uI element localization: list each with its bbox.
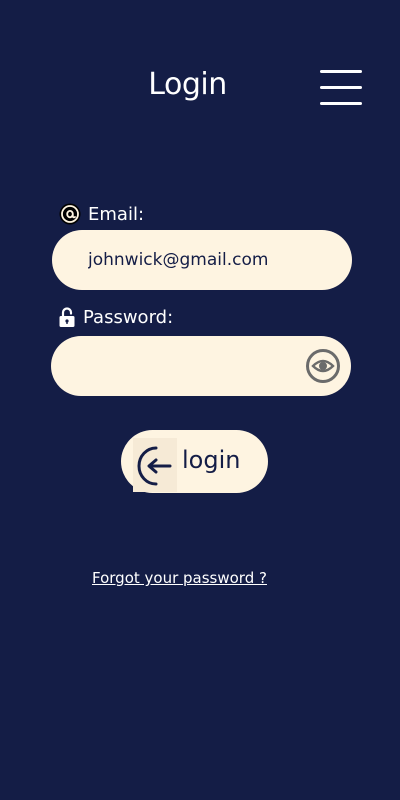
at-sign-icon	[59, 203, 81, 225]
email-field-container	[52, 230, 352, 290]
eye-icon[interactable]	[306, 349, 340, 383]
password-input[interactable]	[87, 336, 307, 396]
password-label: Password:	[83, 306, 174, 328]
password-label-row: Password:	[58, 306, 173, 328]
email-input[interactable]	[88, 230, 308, 290]
login-button-label: login	[182, 446, 241, 474]
menu-bar-bottom	[320, 102, 362, 105]
hamburger-menu-icon[interactable]	[318, 68, 364, 106]
login-button[interactable]: login	[121, 430, 268, 493]
email-label: Email:	[88, 203, 145, 225]
login-arrow-icon	[137, 446, 172, 486]
email-label-row: Email:	[59, 203, 144, 225]
unlocked-padlock-icon	[59, 307, 75, 327]
forgot-password-link[interactable]: Forgot your password ?	[92, 569, 267, 587]
password-field-container	[51, 336, 351, 396]
menu-bar-middle	[320, 86, 362, 89]
menu-bar-top	[320, 70, 362, 73]
